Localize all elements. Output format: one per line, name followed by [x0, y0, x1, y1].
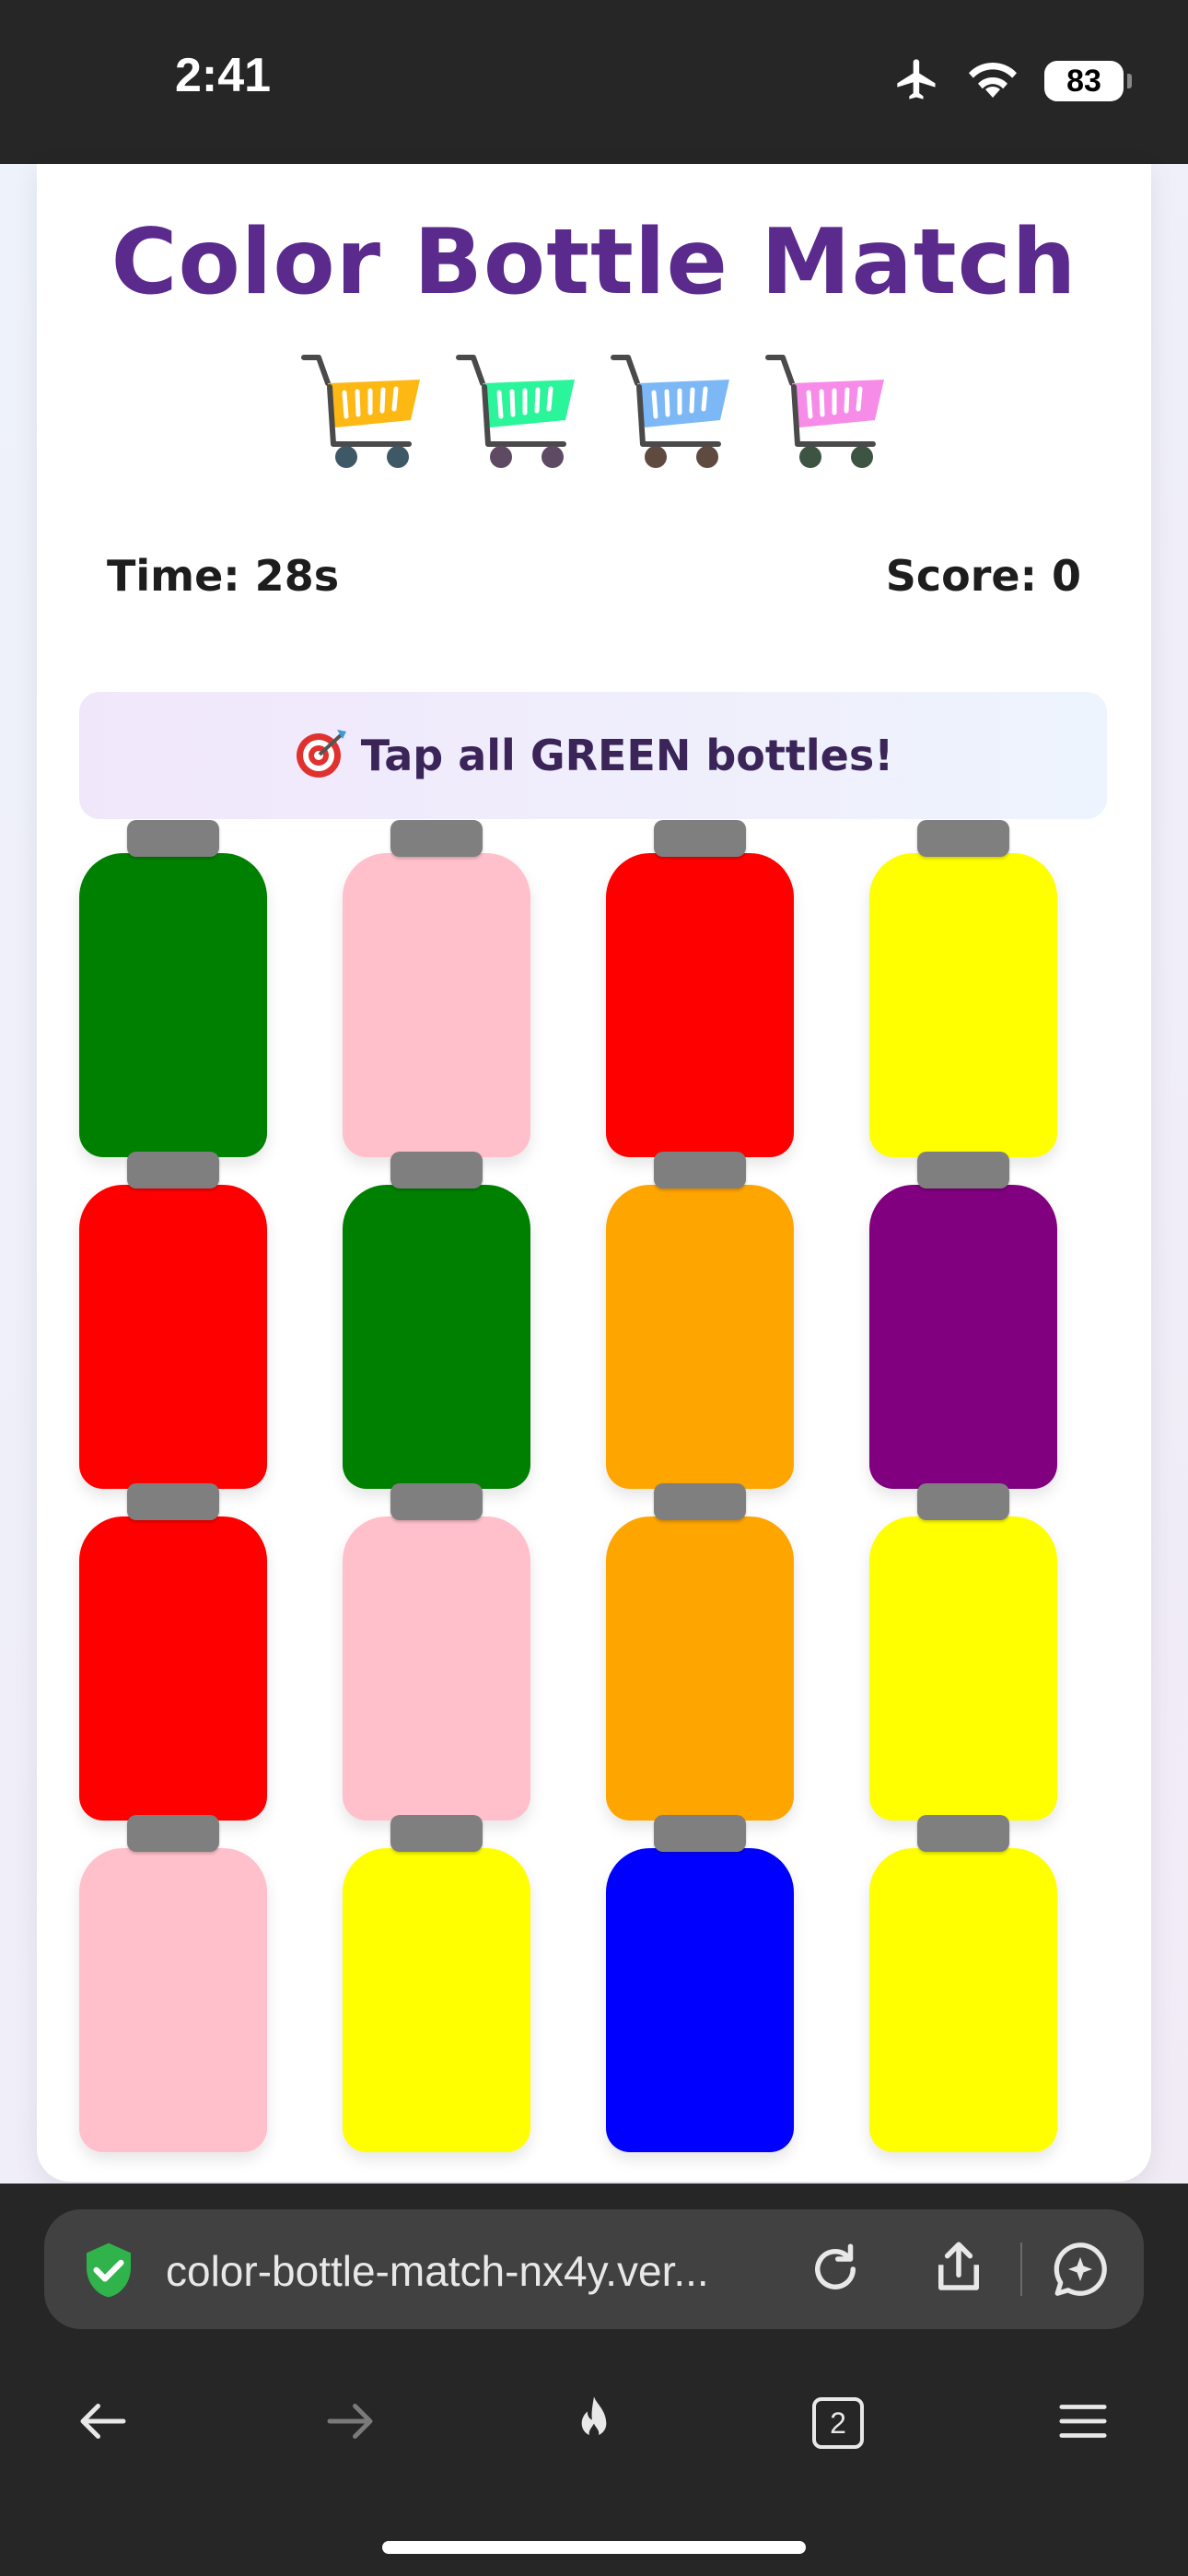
reload-icon[interactable] — [805, 2239, 866, 2303]
bottle-body — [606, 1185, 794, 1489]
back-icon — [73, 2391, 134, 2455]
bottle-body — [343, 1185, 530, 1489]
bottle-cap — [127, 1152, 219, 1188]
timer-display: Time: 28s — [107, 551, 340, 601]
shopping-cart-icon — [610, 345, 733, 468]
tab-count: 2 — [830, 2406, 846, 2440]
bottle-cap — [127, 1483, 219, 1520]
flame-button[interactable] — [539, 2368, 649, 2478]
bottle-body — [343, 1516, 530, 1821]
bottle[interactable] — [343, 820, 530, 1157]
bottle-body — [869, 1848, 1057, 2152]
bottle-cap — [917, 1483, 1009, 1520]
shield-check-icon — [79, 2241, 138, 2303]
tabs-icon: 2 — [812, 2397, 864, 2449]
back-button[interactable] — [48, 2368, 158, 2478]
bottle-body — [343, 853, 530, 1157]
bottle-cap — [917, 820, 1009, 857]
browser-nav-row: 2 — [0, 2368, 1188, 2478]
shopping-cart-icon — [764, 345, 888, 468]
bottle-cap — [390, 1152, 483, 1188]
bottle[interactable] — [606, 820, 794, 1157]
game-title: Color Bottle Match — [111, 210, 1077, 315]
status-bar: 2:41 83 — [0, 0, 1188, 164]
bottle[interactable] — [79, 1815, 267, 2152]
bottle[interactable] — [606, 1483, 794, 1821]
bottle[interactable] — [869, 1152, 1057, 1489]
airplane-icon — [893, 55, 941, 107]
status-time: 2:41 — [175, 49, 272, 102]
bottle[interactable] — [343, 1815, 530, 2152]
bottle[interactable] — [606, 1152, 794, 1489]
forward-button[interactable] — [295, 2368, 405, 2478]
bottle-cap — [917, 1815, 1009, 1852]
bottle-body — [869, 1185, 1057, 1489]
bottle-body — [869, 853, 1057, 1157]
bottle-grid — [79, 820, 1107, 2165]
flame-icon — [565, 2392, 623, 2454]
menu-button[interactable] — [1028, 2368, 1138, 2478]
bottle-body — [606, 853, 794, 1157]
browser-toolbar: color-bottle-match-nx4y.ver... 2 — [0, 2184, 1188, 2576]
ai-chat-icon[interactable] — [1048, 2237, 1112, 2305]
bottle[interactable] — [869, 820, 1057, 1157]
bottle-body — [606, 1516, 794, 1821]
home-indicator — [382, 2541, 806, 2554]
tabs-button[interactable]: 2 — [783, 2368, 893, 2478]
instruction-text: Tap all GREEN bottles! — [360, 731, 894, 780]
wifi-icon — [965, 57, 1020, 105]
bottle-body — [79, 853, 267, 1157]
menu-icon — [1054, 2393, 1112, 2453]
bottle-cap — [127, 820, 219, 857]
bottle-body — [869, 1516, 1057, 1821]
bottle[interactable] — [79, 820, 267, 1157]
forward-icon — [320, 2391, 380, 2455]
bottle-cap — [654, 1152, 746, 1188]
bottle[interactable] — [343, 1483, 530, 1821]
bottle-cap — [390, 820, 483, 857]
status-icons: 83 — [893, 55, 1132, 107]
cart-row — [37, 345, 1151, 468]
shopping-cart-icon — [455, 345, 578, 468]
bottle[interactable] — [79, 1152, 267, 1489]
bottle[interactable] — [79, 1483, 267, 1821]
address-bar[interactable]: color-bottle-match-nx4y.ver... — [44, 2209, 1144, 2329]
bottle-body — [79, 1185, 267, 1489]
battery-indicator: 83 — [1044, 61, 1132, 101]
bottle[interactable] — [869, 1483, 1057, 1821]
bottle-body — [79, 1516, 267, 1821]
bottle-cap — [127, 1815, 219, 1852]
bottle-body — [79, 1848, 267, 2152]
game-card: Color Bottle Match Time: 28s Score: 0 Ta… — [37, 164, 1151, 2182]
bottle[interactable] — [606, 1815, 794, 2152]
score-display: Score: 0 — [885, 551, 1081, 601]
bottle-body — [606, 1848, 794, 2152]
bottle-cap — [654, 1815, 746, 1852]
bottle-body — [343, 1848, 530, 2152]
instruction-banner: Tap all GREEN bottles! — [79, 692, 1107, 819]
bottle-cap — [654, 820, 746, 857]
bottle-cap — [390, 1815, 483, 1852]
toolbar-divider — [1020, 2242, 1022, 2296]
share-icon[interactable] — [928, 2237, 989, 2301]
bottle-cap — [917, 1152, 1009, 1188]
url-text[interactable]: color-bottle-match-nx4y.ver... — [166, 2246, 709, 2296]
bottle[interactable] — [343, 1152, 530, 1489]
bottle-cap — [654, 1483, 746, 1520]
bottle[interactable] — [869, 1815, 1057, 2152]
bottle-cap — [390, 1483, 483, 1520]
shopping-cart-icon — [300, 345, 424, 468]
target-icon — [293, 726, 348, 785]
